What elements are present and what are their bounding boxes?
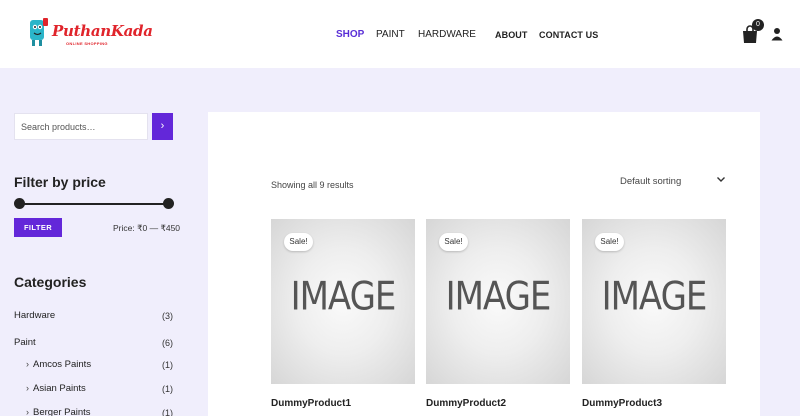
nav-hardware[interactable]: HARDWARE bbox=[418, 29, 476, 40]
categories-title: Categories bbox=[14, 274, 87, 290]
category-count: (3) bbox=[162, 311, 173, 321]
product-image[interactable]: IMAGE Sale! bbox=[271, 219, 415, 384]
cart-count-badge: 0 bbox=[752, 19, 764, 31]
nav-contact-us[interactable]: CONTACT US bbox=[539, 30, 598, 40]
category-label: Berger Paints bbox=[33, 407, 91, 416]
category-count: (1) bbox=[162, 360, 173, 370]
price-filter-title: Filter by price bbox=[14, 174, 106, 190]
category-count: (1) bbox=[162, 408, 173, 416]
price-slider-track[interactable] bbox=[19, 203, 167, 205]
sale-badge: Sale! bbox=[284, 233, 313, 251]
category-count: (1) bbox=[162, 384, 173, 394]
site-logo[interactable]: PuthanKada ONLINE SHOPPING bbox=[26, 14, 153, 54]
nav-shop[interactable]: SHOP bbox=[336, 29, 364, 40]
chevron-right-icon: › bbox=[160, 120, 165, 132]
user-account-icon[interactable] bbox=[771, 27, 783, 41]
placeholder-image-text: IMAGE bbox=[290, 274, 397, 320]
product-title[interactable]: DummyProduct1 bbox=[271, 398, 415, 409]
product-title[interactable]: DummyProduct2 bbox=[426, 398, 570, 409]
category-label: Amcos Paints bbox=[33, 359, 92, 370]
search-field-wrapper bbox=[14, 113, 148, 140]
filter-button[interactable]: FILTER bbox=[14, 218, 62, 237]
nav-paint[interactable]: PAINT bbox=[376, 29, 405, 40]
chevron-right-icon: › bbox=[26, 359, 29, 369]
sale-badge: Sale! bbox=[595, 233, 624, 251]
brand-tagline: ONLINE SHOPPING bbox=[66, 41, 108, 46]
category-asian-paints[interactable]: › Asian Paints bbox=[26, 383, 86, 394]
brand-name: PuthanKada bbox=[52, 22, 153, 40]
product-image[interactable]: IMAGE Sale! bbox=[426, 219, 570, 384]
search-input[interactable] bbox=[15, 114, 147, 139]
search-submit-button[interactable]: › bbox=[152, 113, 173, 140]
price-slider-min-handle[interactable] bbox=[14, 198, 25, 209]
chevron-right-icon: › bbox=[26, 407, 29, 416]
product-title[interactable]: DummyProduct3 bbox=[582, 398, 726, 409]
site-header: PuthanKada ONLINE SHOPPING SHOP PAINT HA… bbox=[0, 0, 800, 68]
placeholder-image-text: IMAGE bbox=[445, 274, 552, 320]
chevron-right-icon: › bbox=[26, 383, 29, 393]
category-paint[interactable]: Paint bbox=[14, 337, 36, 348]
category-berger-paints[interactable]: › Berger Paints bbox=[26, 407, 91, 416]
product-card[interactable]: IMAGE Sale! DummyProduct2 bbox=[426, 219, 570, 409]
nav-about[interactable]: ABOUT bbox=[495, 30, 528, 40]
product-card[interactable]: IMAGE Sale! DummyProduct1 bbox=[271, 219, 415, 409]
sale-badge: Sale! bbox=[439, 233, 468, 251]
sort-selected-value: Default sorting bbox=[620, 176, 682, 187]
category-hardware[interactable]: Hardware bbox=[14, 310, 55, 321]
category-count: (6) bbox=[162, 338, 173, 348]
placeholder-image-text: IMAGE bbox=[601, 274, 708, 320]
result-count: Showing all 9 results bbox=[271, 180, 354, 190]
category-amcos-paints[interactable]: › Amcos Paints bbox=[26, 359, 91, 370]
chevron-down-icon[interactable] bbox=[716, 174, 726, 184]
product-card[interactable]: IMAGE Sale! DummyProduct3 bbox=[582, 219, 726, 409]
product-image[interactable]: IMAGE Sale! bbox=[582, 219, 726, 384]
category-label: Asian Paints bbox=[33, 383, 86, 394]
price-slider-max-handle[interactable] bbox=[163, 198, 174, 209]
price-range-label: Price: ₹0 — ₹450 bbox=[113, 223, 181, 233]
mascot-icon bbox=[30, 18, 48, 46]
sort-select[interactable]: Default sorting bbox=[620, 176, 726, 190]
